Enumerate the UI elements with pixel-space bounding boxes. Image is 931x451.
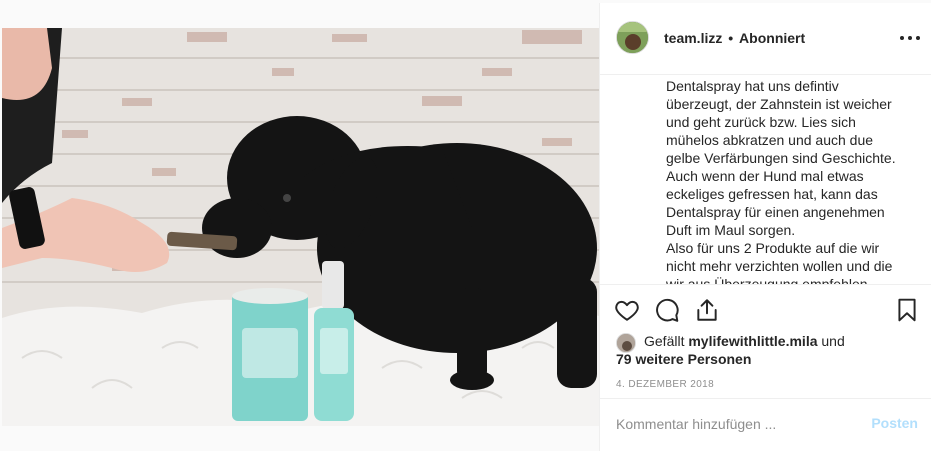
liker-username-link[interactable]: mylifewithlittle.mila (688, 333, 817, 349)
caption-line: mühelos abkratzen und auch due (666, 132, 874, 148)
likes-line-2: 79 weitere Personen (616, 350, 916, 368)
likes-conjunction: und (821, 333, 845, 349)
share-icon[interactable] (694, 297, 722, 325)
other-likers-link[interactable]: 79 weitere Personen (616, 351, 751, 367)
caption-line: Dentalspray für einen angenehmen (666, 204, 885, 220)
instagram-post-modal: team.lizz • Abonniert Dentalspray hat un… (0, 0, 931, 451)
post-sidebar: team.lizz • Abonniert Dentalspray hat un… (599, 3, 931, 451)
likes-line: Gefällt mylifewithlittle.mila und (616, 332, 916, 350)
caption-line: Also für uns 2 Produkte auf die wir (666, 240, 880, 256)
bookmark-icon[interactable] (894, 297, 922, 325)
separator-dot: • (728, 30, 734, 46)
post-date[interactable]: 4. Dezember 2018 (616, 379, 714, 390)
heart-icon[interactable] (614, 297, 642, 325)
caption-line: überzeugt, der Zahnstein ist weicher (666, 96, 892, 112)
caption-line: eckeliges gefressen hat, kann das (666, 186, 878, 202)
post-header: team.lizz • Abonniert (600, 3, 931, 75)
caption-line: Duft im Maul sorgen. (666, 222, 796, 238)
more-options-icon[interactable] (900, 29, 920, 47)
avatar[interactable] (616, 21, 649, 54)
comment-form: Posten (600, 398, 931, 448)
post-image[interactable] (2, 28, 599, 426)
action-icons-row (614, 297, 919, 325)
follow-status-button[interactable]: Abonniert (739, 30, 805, 46)
post-caption: Dentalspray hat uns defintiv überzeugt, … (666, 77, 918, 284)
comment-input[interactable] (616, 413, 856, 435)
post-photo-illustration (2, 28, 599, 426)
caption-line: gelbe Verfärbungen sind Geschichte. (666, 150, 896, 166)
comment-icon[interactable] (654, 297, 682, 325)
username-link[interactable]: team.lizz (664, 30, 722, 46)
liker-avatar[interactable] (616, 333, 636, 353)
caption-line: Auch wenn der Hund mal etwas (666, 168, 864, 184)
caption-line: und geht zurück bzw. Lies sich (666, 114, 856, 130)
likes-summary: Gefällt mylifewithlittle.mila und 79 wei… (616, 332, 916, 368)
post-actions-section: Gefällt mylifewithlittle.mila und 79 wei… (600, 284, 931, 398)
caption-line: wir aus Überzeugung empfehlen. (666, 276, 872, 284)
caption-line: Dentalspray hat uns defintiv (666, 78, 839, 94)
header-text: team.lizz • Abonniert (664, 30, 805, 46)
post-comment-button[interactable]: Posten (871, 415, 918, 431)
likes-prefix: Gefällt (644, 333, 685, 349)
caption-line: nicht mehr verzichten wollen und die (666, 258, 893, 274)
